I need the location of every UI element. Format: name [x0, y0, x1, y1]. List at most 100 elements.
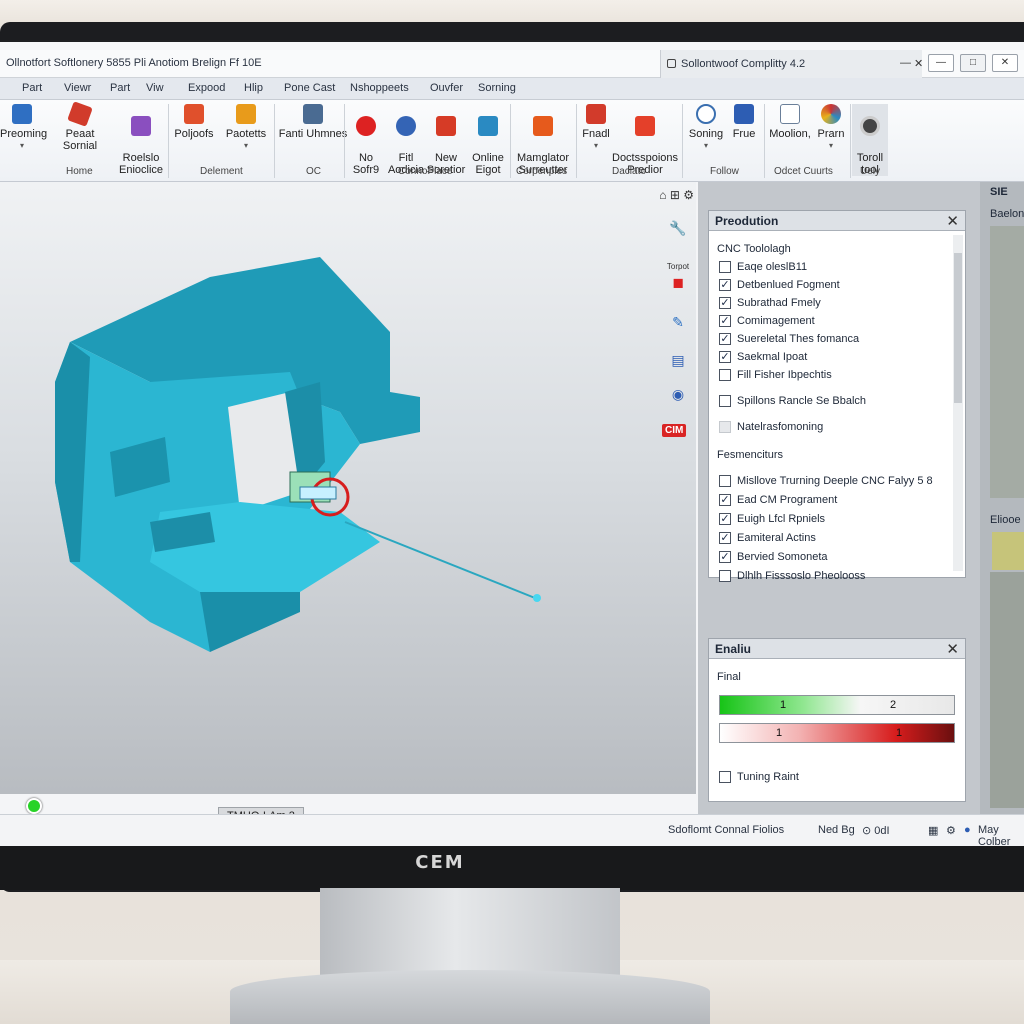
- ribbon-button-roelslo[interactable]: Roelslo Enioclice: [116, 104, 166, 176]
- final-label: Final: [717, 671, 741, 683]
- ribbon-button-no-sofr9[interactable]: No Sofr9: [348, 104, 384, 176]
- ribbon-button-preoming[interactable]: Preoming ▾: [0, 104, 48, 152]
- checkbox[interactable]: ✓: [719, 333, 731, 345]
- probe-icon: [734, 104, 754, 124]
- menu-part-2[interactable]: Part: [110, 82, 130, 94]
- ribbon-separator: [344, 104, 345, 178]
- ribbon-button-online-eigot[interactable]: Online Eigot: [468, 104, 508, 176]
- maximize-button[interactable]: □: [960, 54, 986, 72]
- status-settings-icon[interactable]: ⚙: [946, 824, 956, 837]
- blue-tool-icon[interactable]: ✎: [662, 314, 694, 331]
- ribbon-button-frue[interactable]: Frue: [728, 104, 760, 140]
- red-tool-icon[interactable]: ◼: [662, 274, 694, 291]
- ribbon-label: Peaat Sornial: [62, 128, 98, 152]
- status-grid-icon[interactable]: ▦: [928, 824, 938, 837]
- list-item[interactable]: ✓ Comimagement: [719, 315, 815, 327]
- checkbox-label: Detbenlued Fogment: [737, 279, 840, 291]
- tuning-raint-checkbox[interactable]: Tuning Raint: [719, 771, 799, 783]
- list-item[interactable]: Natelrasfomoning: [719, 421, 823, 433]
- section-features: Fesmenciturs: [717, 449, 784, 461]
- list-item[interactable]: ✓ Suereletal Thes fomanca: [719, 333, 859, 345]
- document-tab-icon: [667, 59, 676, 68]
- checkbox[interactable]: ✓: [719, 494, 731, 506]
- list-item[interactable]: Dlhlh Fisssoslo Pheolooss: [719, 570, 865, 582]
- view-cube-controls[interactable]: ⌂ ⊞ ⚙: [659, 188, 694, 202]
- menu-expood[interactable]: Expood: [188, 82, 225, 94]
- panel-scrollbar[interactable]: [953, 235, 963, 571]
- checkbox[interactable]: [719, 771, 731, 783]
- checkbox-label: Saekmal Ipoat: [737, 351, 808, 363]
- analysis-panel-header: Enaliu ✕: [709, 639, 965, 659]
- red-box-icon: [436, 116, 456, 136]
- menu-view[interactable]: Viewr: [64, 82, 91, 94]
- checkbox[interactable]: [719, 261, 731, 273]
- close-icon[interactable]: ✕: [946, 212, 959, 230]
- checkbox[interactable]: ✓: [719, 315, 731, 327]
- menu-pone-cast[interactable]: Pone Cast: [284, 82, 335, 94]
- list-item[interactable]: ✓ Eamiteral Actins: [719, 532, 816, 544]
- ribbon-group-daclato: Daclato: [612, 166, 646, 177]
- chart-tool-icon[interactable]: ▤: [662, 352, 694, 369]
- ribbon-button-peaat-sornial[interactable]: Peaat Sornial: [48, 101, 112, 152]
- checkbox[interactable]: ✓: [719, 513, 731, 525]
- menu-help[interactable]: Hlip: [244, 82, 263, 94]
- checkbox-label: Comimagement: [737, 315, 815, 327]
- secondary-panel-strip: SIE Baelon Eliooe: [980, 182, 1024, 842]
- scrollbar-thumb[interactable]: [954, 253, 962, 403]
- ribbon-button-moolion[interactable]: Moolion,: [766, 104, 814, 140]
- ribbon-button-soning[interactable]: Soning ▾: [686, 104, 726, 152]
- disc-icon: [860, 116, 880, 136]
- wand-icon: [67, 101, 93, 127]
- list-item[interactable]: ✓ Ead CM Programent: [719, 494, 837, 506]
- probe-tool-icon[interactable]: 🔧: [662, 220, 694, 237]
- list-item[interactable]: Eaqe oleslB11: [719, 261, 807, 273]
- ribbon-button-poljoofs[interactable]: Poljoofs: [172, 104, 216, 140]
- menu-part[interactable]: Part: [22, 82, 42, 94]
- list-item[interactable]: ✓ Bervied Somoneta: [719, 551, 828, 563]
- close-button[interactable]: ✕: [992, 54, 1018, 72]
- cim-badge[interactable]: CIM: [662, 424, 687, 437]
- status-user-icon[interactable]: ●: [964, 824, 971, 836]
- tab-minimize-button[interactable]: —: [900, 57, 911, 69]
- checkbox[interactable]: [719, 421, 731, 433]
- checkbox[interactable]: ✓: [719, 351, 731, 363]
- menu-ouvfer[interactable]: Ouvfer: [430, 82, 463, 94]
- checkbox[interactable]: [719, 369, 731, 381]
- checkbox[interactable]: [719, 475, 731, 487]
- checkbox[interactable]: [719, 570, 731, 582]
- checkbox-label: Bervied Somoneta: [737, 551, 828, 563]
- 3d-viewport[interactable]: ⌂ ⊞ ⚙ TMHO-LAm 2: [0, 182, 696, 825]
- ribbon-button-prarn[interactable]: Prarn ▾: [814, 104, 848, 152]
- list-item[interactable]: ✓ Euigh Lfcl Rpniels: [719, 513, 825, 525]
- close-icon[interactable]: ✕: [946, 640, 959, 658]
- checkbox[interactable]: [719, 395, 731, 407]
- menu-view-2[interactable]: Viw: [146, 82, 164, 94]
- ribbon-label: Preoming: [0, 128, 48, 140]
- list-item[interactable]: Fill Fisher Ibpechtis: [719, 369, 832, 381]
- list-item[interactable]: ✓ Detbenlued Fogment: [719, 279, 840, 291]
- part-model[interactable]: [0, 182, 696, 794]
- disk-tool-icon[interactable]: ◉: [662, 386, 694, 403]
- ribbon-separator: [576, 104, 577, 178]
- checkbox[interactable]: ✓: [719, 532, 731, 544]
- ribbon-button-fanti-uhmnes[interactable]: Fanti Uhmnes: [278, 104, 348, 140]
- list-item[interactable]: Spillons Rancle Se Bbalch: [719, 395, 866, 407]
- tab-close-button[interactable]: ✕: [914, 57, 923, 70]
- status-user: May Colber: [978, 824, 1011, 846]
- minimize-button[interactable]: —: [928, 54, 954, 72]
- checkbox[interactable]: ✓: [719, 297, 731, 309]
- menu-bar: Part Viewr Part Viw Expood Hlip Pone Cas…: [0, 78, 1024, 100]
- menu-sorning[interactable]: Sorning: [478, 82, 516, 94]
- application-window: Ollnotfort Softlonery 5855 Pli Anotiom B…: [0, 42, 1024, 846]
- list-item[interactable]: ✓ Subrathad Fmely: [719, 297, 821, 309]
- ribbon-group-uely: Uely: [860, 166, 881, 177]
- ribbon-group-connoplace: ConnoPlace: [398, 166, 453, 177]
- list-item[interactable]: Misllove Trurning Deeple CNC Falyy 5 8: [719, 475, 933, 487]
- checkbox[interactable]: ✓: [719, 551, 731, 563]
- document-tab[interactable]: Sollontwoof Complitty 4.2: [660, 50, 922, 78]
- menu-nshoppeets[interactable]: Nshoppeets: [350, 82, 409, 94]
- checkbox[interactable]: ✓: [719, 279, 731, 291]
- ribbon-button-fnadl[interactable]: Fnadl ▾: [578, 104, 614, 152]
- list-item[interactable]: ✓ Saekmal Ipoat: [719, 351, 807, 363]
- ribbon-button-paotetts[interactable]: Paotetts ▾: [222, 104, 270, 152]
